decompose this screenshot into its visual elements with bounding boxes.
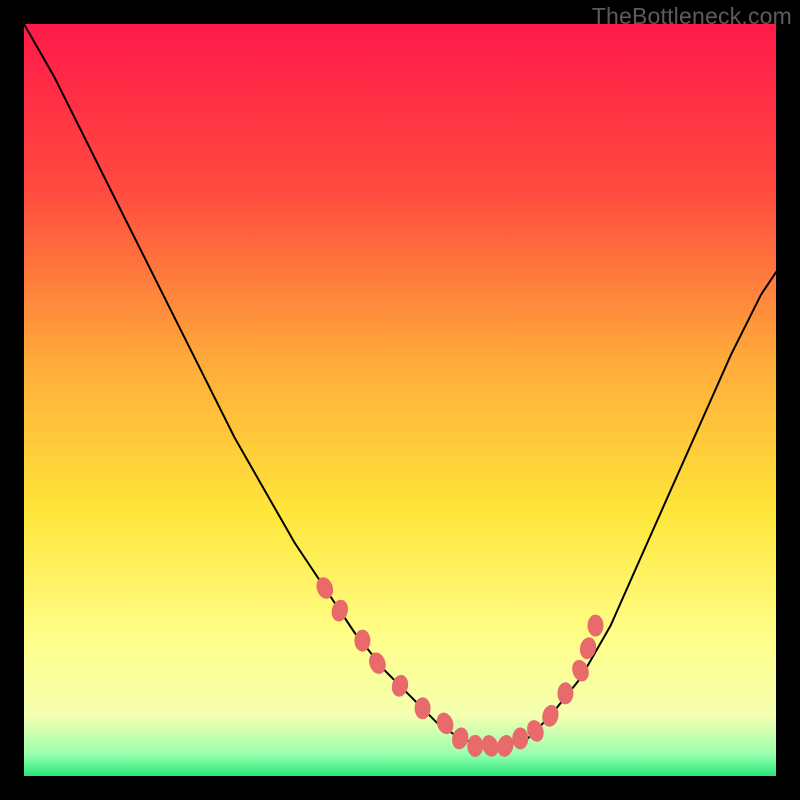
chart-frame [24,24,776,776]
gradient-background [24,24,776,776]
bottleneck-chart [24,24,776,776]
highlight-dot [588,615,604,637]
highlight-dot [512,727,528,749]
highlight-dot [557,682,573,704]
watermark-text: TheBottleneck.com [592,3,792,30]
highlight-dot [415,697,431,719]
highlight-dot [467,735,483,757]
highlight-dot [354,630,370,652]
